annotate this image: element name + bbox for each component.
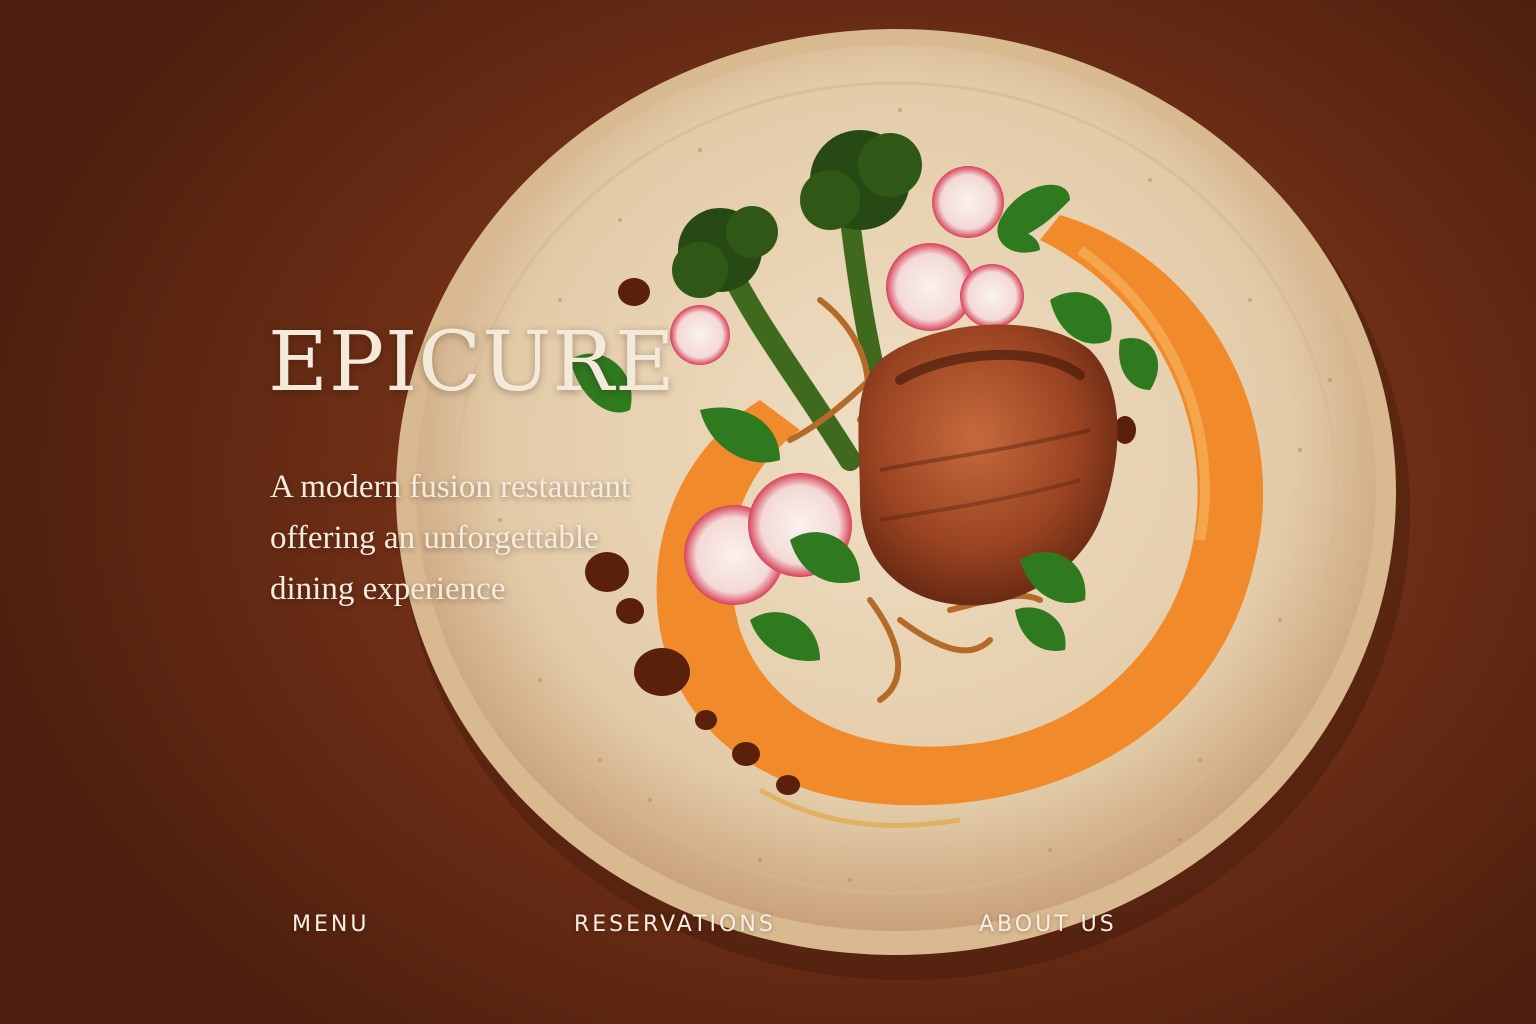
landing-page: EPICURE A modern fusion restaurant offer… xyxy=(0,0,1536,1024)
nav-link-menu[interactable]: MENU xyxy=(292,912,369,937)
brand-title: EPICURE xyxy=(268,315,676,410)
hero-dish-image xyxy=(396,29,1410,980)
tagline-line: offering an unforgettable xyxy=(270,520,599,556)
tagline-line: A modern fusion restaurant xyxy=(270,469,631,505)
hero-tagline: A modern fusion restaurant offering an u… xyxy=(270,462,740,615)
nav-link-about-us[interactable]: ABOUT US xyxy=(979,912,1117,937)
tagline-line: dining experience xyxy=(270,571,506,607)
nav-link-reservations[interactable]: RESERVATIONS xyxy=(574,912,776,937)
